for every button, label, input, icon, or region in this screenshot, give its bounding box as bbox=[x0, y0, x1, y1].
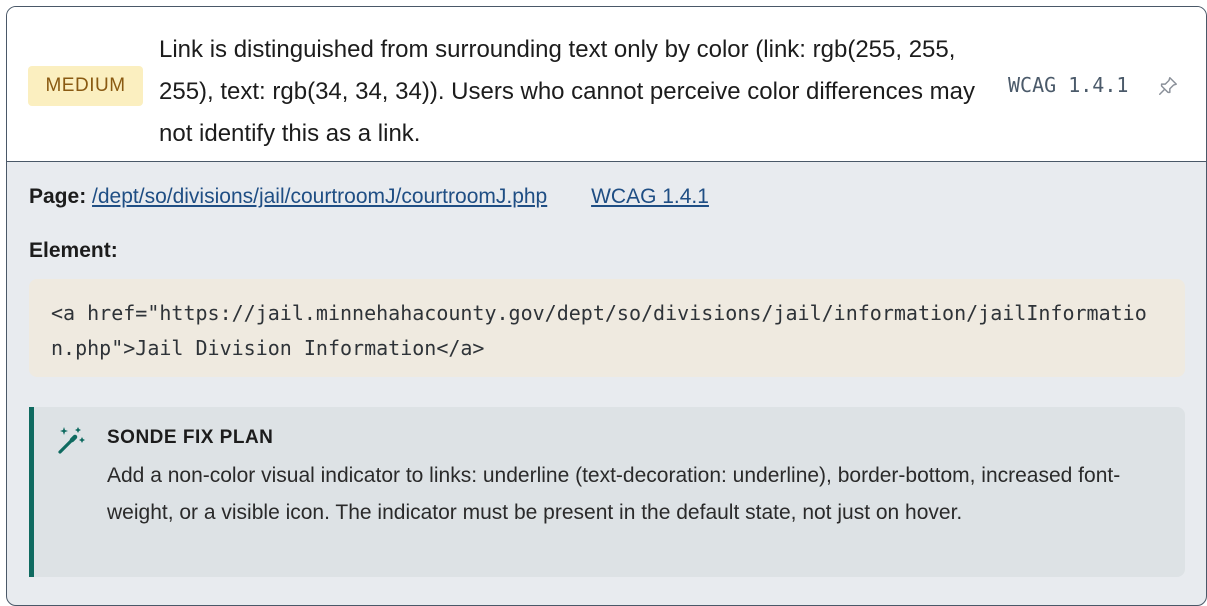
page-label: Page: bbox=[29, 185, 87, 208]
page-path-link[interactable]: /dept/so/divisions/jail/courtroomJ/court… bbox=[92, 185, 547, 208]
fix-plan-text: Add a non-color visual indicator to link… bbox=[107, 464, 1121, 524]
fix-plan-title: SONDE FIX PLAN bbox=[107, 427, 274, 448]
issue-header[interactable]: MEDIUM Link is distinguished from surrou… bbox=[7, 7, 1206, 162]
issue-card: MEDIUM Link is distinguished from surrou… bbox=[6, 6, 1207, 606]
wcag-criterion: WCAG 1.4.1 bbox=[1008, 73, 1129, 97]
issue-description: Link is distinguished from surrounding t… bbox=[159, 36, 975, 147]
magic-wand-icon bbox=[58, 427, 85, 454]
pin-icon[interactable] bbox=[1157, 75, 1179, 97]
page-info: Page: /dept/so/divisions/jail/courtroomJ… bbox=[29, 185, 709, 209]
element-code-block: <a href="https://jail.minnehahacounty.go… bbox=[29, 279, 1185, 377]
severity-badge: MEDIUM bbox=[28, 66, 143, 106]
fix-plan-panel: SONDE FIX PLAN Add a non-color visual in… bbox=[29, 407, 1185, 577]
wcag-link[interactable]: WCAG 1.4.1 bbox=[591, 185, 709, 208]
element-label: Element: bbox=[29, 239, 118, 262]
